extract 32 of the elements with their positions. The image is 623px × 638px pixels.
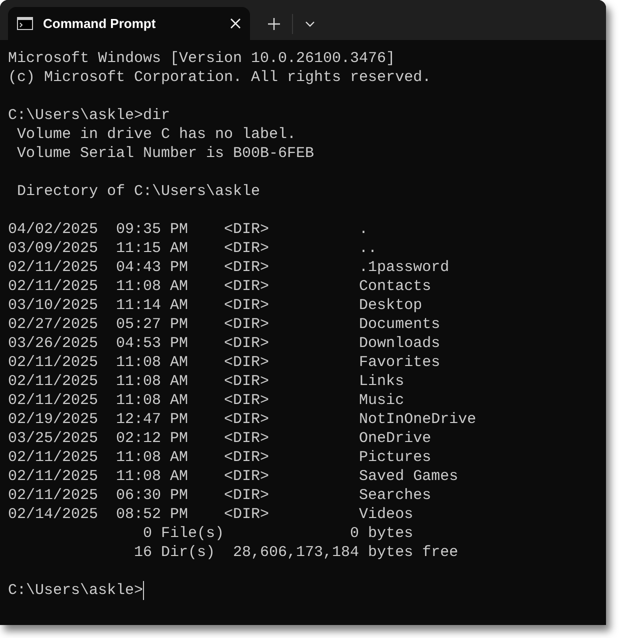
console-icon — [17, 17, 33, 30]
console-line: 02/27/2025 05:27 PM <DIR> Documents — [8, 316, 440, 333]
close-icon[interactable] — [230, 18, 241, 29]
console-line: 04/02/2025 09:35 PM <DIR> . — [8, 221, 368, 238]
plus-icon[interactable] — [268, 18, 280, 30]
console-line: 03/25/2025 02:12 PM <DIR> OneDrive — [8, 430, 432, 447]
console-line: C:\Users\askle>dir — [8, 107, 170, 124]
terminal-tab[interactable]: Command Prompt — [8, 7, 250, 40]
console-line: 02/14/2025 08:52 PM <DIR> Videos — [8, 506, 414, 523]
console-line: 02/11/2025 11:08 AM <DIR> Contacts — [8, 278, 432, 295]
console-line: 0 File(s) 0 bytes — [142, 525, 414, 542]
console-line: Volume Serial Number is B00B-6FEB — [16, 145, 314, 162]
console-line: 02/19/2025 12:47 PM <DIR> NotInOneDrive — [8, 411, 476, 428]
tab-title: Command Prompt — [43, 14, 157, 33]
command-prompt: C:\Users\askle> — [8, 581, 144, 600]
console-line: 03/09/2025 11:15 AM <DIR> .. — [8, 240, 378, 257]
console-line: 02/11/2025 11:08 AM <DIR> Links — [8, 373, 404, 390]
console-line: 02/11/2025 04:43 PM <DIR> .1password — [8, 259, 450, 276]
console-line: 03/10/2025 11:14 AM <DIR> Desktop — [8, 297, 422, 314]
console-line: 02/11/2025 06:30 PM <DIR> Searches — [8, 487, 432, 504]
console-line: Directory of C:\Users\askle — [16, 183, 260, 200]
console-line: 16 Dir(s) 28,606,173,184 bytes free — [133, 544, 458, 561]
console-line: 02/11/2025 11:08 AM <DIR> Saved Games — [8, 468, 458, 485]
console-line: (c) Microsoft Corporation. All rights reserved. — [8, 69, 432, 86]
console-line: Microsoft Windows [Version 10.0.26100.3476] — [8, 50, 396, 67]
console-line: 02/11/2025 11:08 AM <DIR> Pictures — [8, 449, 432, 466]
chevron-down-icon[interactable] — [305, 20, 315, 26]
console-line: 02/11/2025 11:08 AM <DIR> Music — [8, 392, 404, 409]
console-line: Volume in drive C has no label. — [16, 126, 296, 143]
text-cursor — [143, 581, 144, 600]
console-line: 03/26/2025 04:53 PM <DIR> Downloads — [8, 335, 440, 352]
console-line: 02/11/2025 11:08 AM <DIR> Favorites — [8, 354, 440, 371]
